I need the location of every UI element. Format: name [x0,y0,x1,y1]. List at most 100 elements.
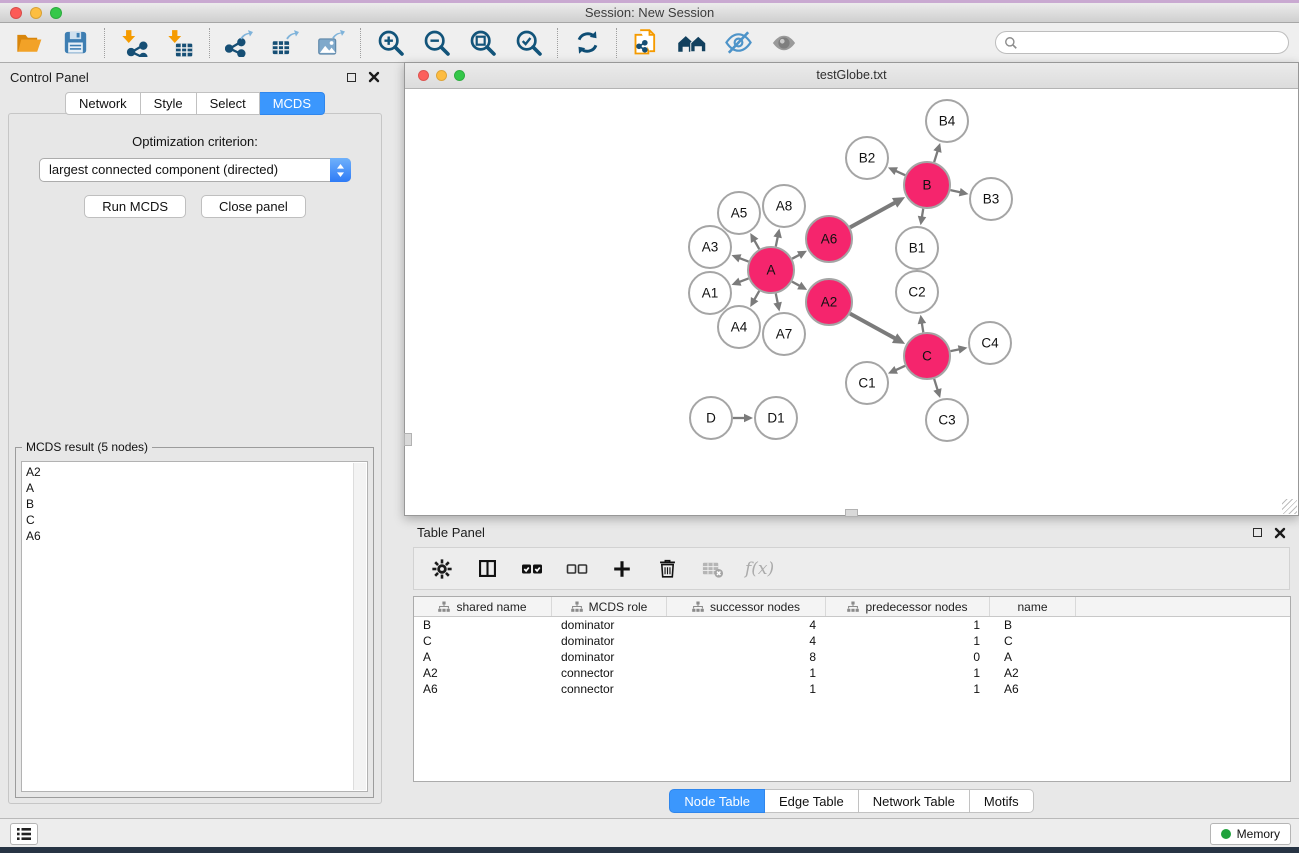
resize-grip[interactable] [1282,499,1297,514]
graph-node-A7[interactable]: A7 [763,313,805,355]
graph-node-B3[interactable]: B3 [970,178,1012,220]
open-file-icon[interactable] [14,28,44,58]
graph-node-B4[interactable]: B4 [926,100,968,142]
table-row[interactable]: Cdominator41C [414,633,1290,649]
node-table[interactable]: shared nameMCDS rolesuccessor nodesprede… [413,596,1291,782]
tab-mcds[interactable]: MCDS [260,92,325,115]
show-details-icon[interactable] [769,28,799,58]
graph-node-A1[interactable]: A1 [689,272,731,314]
task-history-button[interactable] [10,823,38,845]
export-table-icon[interactable] [270,28,300,58]
cell-successor-nodes[interactable]: 4 [667,618,826,632]
export-network-icon[interactable] [224,28,254,58]
graph-node-A8[interactable]: A8 [763,185,805,227]
hide-details-icon[interactable] [723,28,753,58]
graph-node-D1[interactable]: D1 [755,397,797,439]
mcds-list-scrollbar[interactable] [353,463,366,790]
cell-predecessor-nodes[interactable]: 1 [826,682,990,696]
tab-motifs[interactable]: Motifs [970,789,1034,813]
cell-predecessor-nodes[interactable]: 1 [826,634,990,648]
export-image-icon[interactable] [316,28,346,58]
edge-A-A6[interactable] [792,255,800,259]
cell-name[interactable]: A2 [990,666,1076,680]
column-header-predecessor-nodes[interactable]: predecessor nodes [826,597,990,616]
edge-A-A8[interactable] [776,236,778,246]
toolbar-search[interactable] [995,31,1289,54]
edge-A-A5[interactable] [754,240,759,249]
tab-node-table[interactable]: Node Table [669,789,765,813]
edge-A-A4[interactable] [754,291,759,300]
left-scroll-handle[interactable] [404,433,412,446]
bottom-scroll-handle[interactable] [845,509,858,517]
mcds-result-item[interactable]: A [26,480,351,496]
mcds-result-item[interactable]: B [26,496,351,512]
zoom-out-icon[interactable] [421,28,451,58]
cell-MCDS-role[interactable]: connector [552,682,667,696]
cell-name[interactable]: B [990,618,1076,632]
graph-node-C2[interactable]: C2 [896,271,938,313]
import-table-icon[interactable] [165,28,195,58]
close-table-panel-icon[interactable] [1274,527,1286,539]
cell-successor-nodes[interactable]: 1 [667,666,826,680]
tab-edge-table[interactable]: Edge Table [765,789,859,813]
edge-A2-C[interactable] [850,314,895,339]
zoom-in-icon[interactable] [375,28,405,58]
edge-A-A7[interactable] [776,294,778,304]
graph-node-C1[interactable]: C1 [846,362,888,404]
zoom-selected-icon[interactable] [513,28,543,58]
memory-button[interactable]: Memory [1210,823,1291,845]
tab-network-table[interactable]: Network Table [859,789,970,813]
cell-MCDS-role[interactable]: dominator [552,634,667,648]
cell-shared-name[interactable]: A6 [414,682,552,696]
network-canvas[interactable]: B4B2BB3A8A5A6A3B1AC2A1A2A4A7C4CC1DD1C3 [405,89,1298,515]
column-header-name[interactable]: name [990,597,1076,616]
deselect-all-icon[interactable] [565,557,589,581]
graph-node-D[interactable]: D [690,397,732,439]
run-mcds-button[interactable]: Run MCDS [84,195,186,218]
edge-A-A2[interactable] [792,282,800,286]
edge-A-A1[interactable] [739,278,749,282]
float-table-panel-icon[interactable] [1253,528,1262,537]
graph-node-C[interactable]: C [904,333,950,379]
graph-node-A3[interactable]: A3 [689,226,731,268]
cell-MCDS-role[interactable]: dominator [552,618,667,632]
cell-predecessor-nodes[interactable]: 1 [826,666,990,680]
graph-node-B2[interactable]: B2 [846,137,888,179]
float-panel-icon[interactable] [347,73,356,82]
graph-node-A[interactable]: A [748,247,794,293]
mcds-result-item[interactable]: A2 [26,464,351,480]
edge-B-B2[interactable] [895,171,905,175]
edge-A6-B[interactable] [850,202,895,227]
close-panel-icon[interactable] [368,71,380,83]
column-header-successor-nodes[interactable]: successor nodes [667,597,826,616]
mcds-result-item[interactable]: C [26,512,351,528]
table-row[interactable]: A6connector11A6 [414,681,1290,697]
delete-column-icon[interactable] [655,557,679,581]
tab-network[interactable]: Network [65,92,141,115]
table-settings-gear-icon[interactable] [430,557,454,581]
add-column-icon[interactable] [610,557,634,581]
edge-B-B3[interactable] [950,190,960,192]
graph-node-B[interactable]: B [904,162,950,208]
cell-shared-name[interactable]: C [414,634,552,648]
network-window-titlebar[interactable]: testGlobe.txt [405,63,1298,89]
cell-predecessor-nodes[interactable]: 0 [826,650,990,664]
import-network-icon[interactable] [119,28,149,58]
graph-node-A6[interactable]: A6 [806,216,852,262]
edge-C-C2[interactable] [922,323,924,333]
graph-node-A5[interactable]: A5 [718,192,760,234]
graph-node-A2[interactable]: A2 [806,279,852,325]
cell-name[interactable]: C [990,634,1076,648]
cell-MCDS-role[interactable]: dominator [552,650,667,664]
criterion-dropdown[interactable]: largest connected component (directed) [39,158,351,182]
cell-predecessor-nodes[interactable]: 1 [826,618,990,632]
zoom-fit-icon[interactable] [467,28,497,58]
table-row[interactable]: Bdominator41B [414,617,1290,633]
table-row[interactable]: A2connector11A2 [414,665,1290,681]
close-panel-button[interactable]: Close panel [201,195,306,218]
select-all-icon[interactable] [520,557,544,581]
cell-name[interactable]: A6 [990,682,1076,696]
cell-shared-name[interactable]: A [414,650,552,664]
cell-successor-nodes[interactable]: 8 [667,650,826,664]
graph-node-C3[interactable]: C3 [926,399,968,441]
